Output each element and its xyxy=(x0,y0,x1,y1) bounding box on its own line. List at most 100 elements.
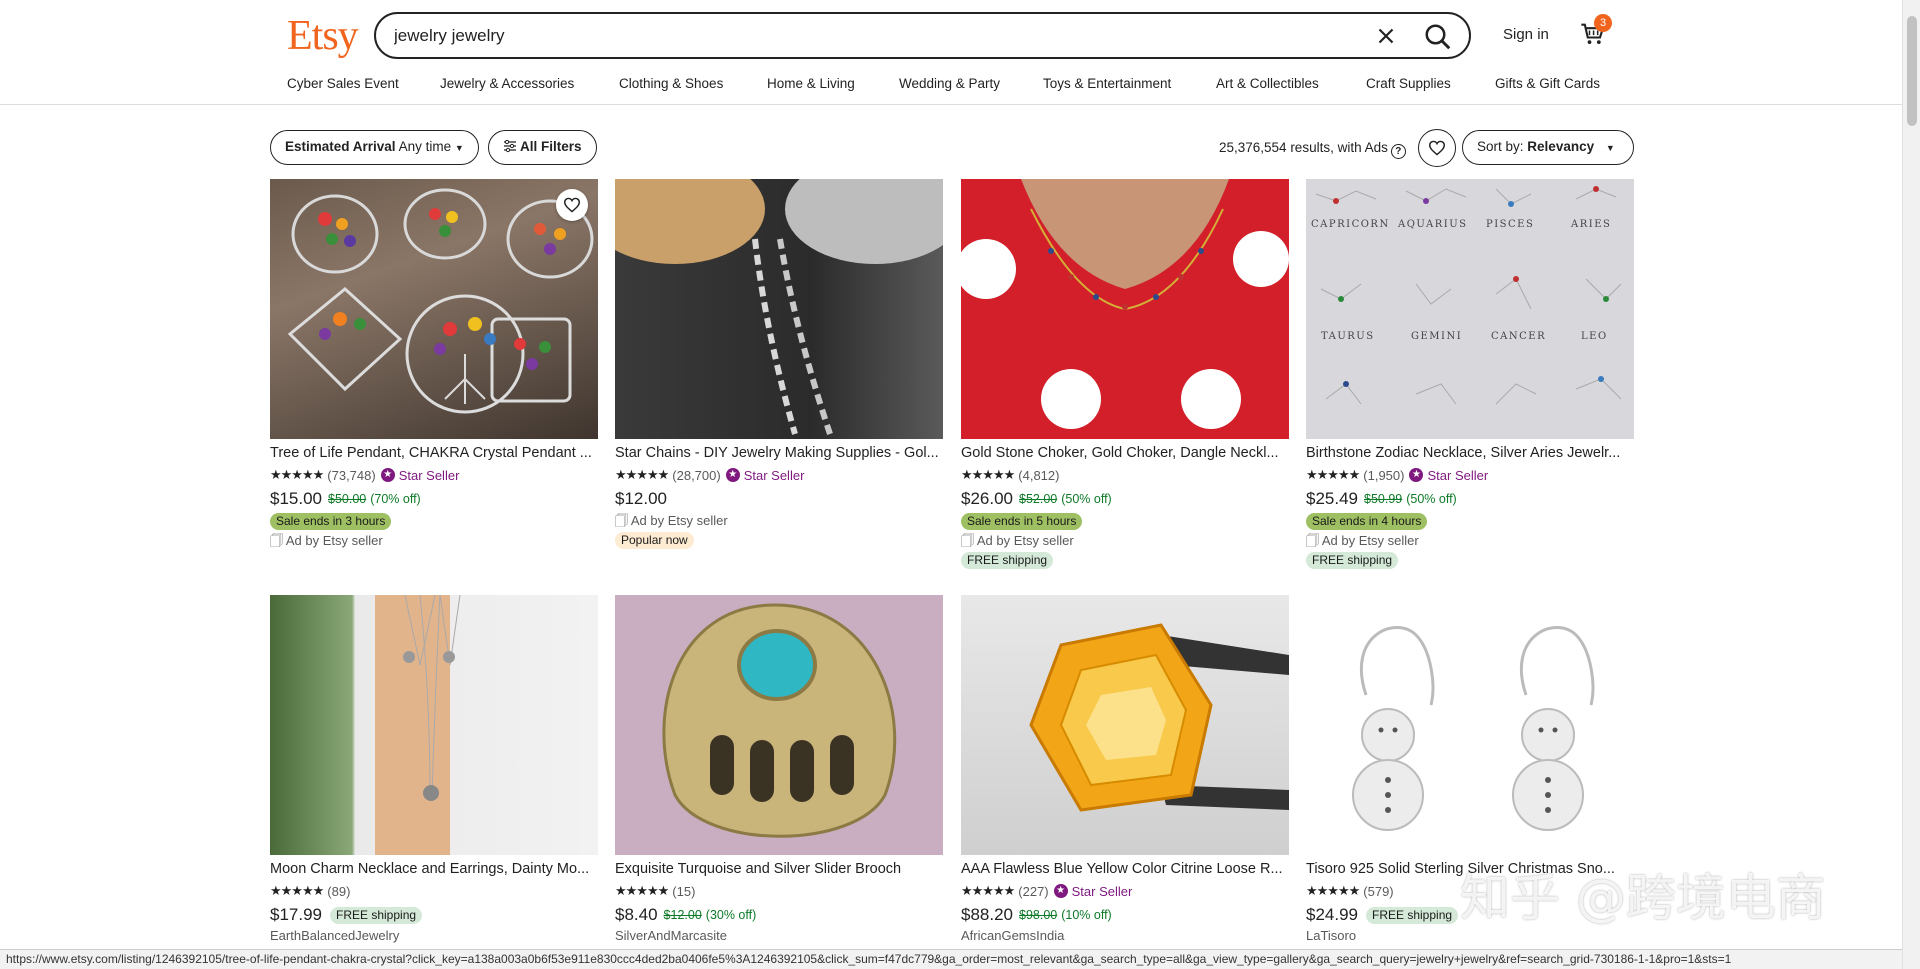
price-line: $17.99 FREE shipping xyxy=(270,904,598,926)
listing-image-tree-of-life[interactable] xyxy=(270,179,598,439)
listing-title[interactable]: Star Chains - DIY Jewelry Making Supplie… xyxy=(615,445,943,463)
listing-title[interactable]: Birthstone Zodiac Necklace, Silver Aries… xyxy=(1306,445,1634,463)
shop-name[interactable]: LaTisoro xyxy=(1306,928,1634,943)
shop-name[interactable]: EarthBalancedJewelry xyxy=(270,928,598,943)
star-rating: ★★★★★ xyxy=(615,883,669,898)
listing-rating: ★★★★★ (15) xyxy=(615,882,943,900)
listing-card[interactable]: Tree of Life Pendant, CHAKRA Crystal Pen… xyxy=(270,179,598,549)
listing-image-snowman-earrings[interactable] xyxy=(1306,595,1634,855)
filter-sliders-icon xyxy=(504,139,516,153)
listing-title[interactable]: Gold Stone Choker, Gold Choker, Dangle N… xyxy=(961,445,1289,463)
listing-title[interactable]: Exquisite Turquoise and Silver Slider Br… xyxy=(615,861,943,879)
review-count: (28,700) xyxy=(672,467,721,483)
listing-card[interactable]: AAA Flawless Blue Yellow Color Citrine L… xyxy=(961,595,1289,943)
scrollbar-thumb[interactable] xyxy=(1907,16,1917,126)
etsy-logo[interactable]: Etsy xyxy=(287,12,359,60)
listing-image-citrine[interactable] xyxy=(961,595,1289,855)
favorite-button[interactable] xyxy=(556,189,588,221)
free-shipping-badge: FREE shipping xyxy=(1366,906,1459,924)
results-count: 25,376,554 results, with Ads? xyxy=(1219,140,1406,159)
listing-card[interactable]: Gold Stone Choker, Gold Choker, Dangle N… xyxy=(961,179,1289,569)
shop-name[interactable]: AfricanGemsIndia xyxy=(961,928,1289,943)
nav-gifts-gift-cards[interactable]: Gifts & Gift Cards xyxy=(1495,76,1600,91)
vertical-scrollbar[interactable] xyxy=(1902,0,1920,969)
sale-price: $25.49 xyxy=(1306,489,1358,508)
watermark: 知乎 @跨境电商 xyxy=(1460,869,1826,927)
sign-in-link[interactable]: Sign in xyxy=(1503,26,1549,43)
nav-wedding-party[interactable]: Wedding & Party xyxy=(899,76,1000,91)
ad-label: 🗍 Ad by Etsy seller xyxy=(270,532,598,549)
listing-card[interactable]: Exquisite Turquoise and Silver Slider Br… xyxy=(615,595,943,943)
original-price: $50.99 xyxy=(1364,492,1403,506)
star-rating: ★★★★★ xyxy=(1306,467,1360,482)
snowman-earrings-illustration xyxy=(1352,626,1595,831)
zodiac-gemini: GEMINI xyxy=(1411,331,1462,342)
listing-title[interactable]: Moon Charm Necklace and Earrings, Dainty… xyxy=(270,861,598,879)
citrine-gemstone-illustration xyxy=(1029,623,1289,812)
sale-price: $88.20 xyxy=(961,905,1013,924)
original-price: $12.00 xyxy=(663,908,702,922)
nav-home-living[interactable]: Home & Living xyxy=(767,76,855,91)
help-icon[interactable]: ? xyxy=(1390,144,1406,159)
listing-image-gold-choker[interactable] xyxy=(961,179,1289,439)
star-rating: ★★★★★ xyxy=(615,467,669,482)
estimated-arrival-filter[interactable]: Estimated Arrival Any time ▼ xyxy=(270,130,479,165)
sale-ends-badge: Sale ends in 3 hours xyxy=(270,513,392,530)
nav-cyber-sales[interactable]: Cyber Sales Event xyxy=(287,76,399,91)
listing-rating: ★★★★★ (4,812) xyxy=(961,466,1289,484)
free-shipping-badge: FREE shipping xyxy=(330,906,423,924)
star-seller-label: Star Seller xyxy=(1427,467,1489,483)
zodiac-leo: LEO xyxy=(1581,331,1608,342)
search-icon[interactable] xyxy=(1423,22,1453,52)
discount-percent: (30% off) xyxy=(705,908,757,922)
tree-of-life-pendants-illustration xyxy=(287,188,594,414)
listing-image-zodiac-necklace[interactable]: CAPRICORN AQUARIUS PISCES ARIES TAURUS G… xyxy=(1306,179,1634,439)
clear-search-icon[interactable] xyxy=(1373,23,1399,49)
shop-name[interactable]: SilverAndMarcasite xyxy=(615,928,943,943)
price-line: $88.20 $98.00 (10% off) xyxy=(961,904,1289,926)
review-count: (579) xyxy=(1363,883,1394,899)
ad-icon: 🗍 xyxy=(961,533,977,548)
listing-card[interactable]: CAPRICORN AQUARIUS PISCES ARIES TAURUS G… xyxy=(1306,179,1634,569)
listing-title[interactable]: AAA Flawless Blue Yellow Color Citrine L… xyxy=(961,861,1289,879)
sale-price: $17.99 xyxy=(270,905,322,924)
listing-title[interactable]: Tree of Life Pendant, CHAKRA Crystal Pen… xyxy=(270,445,598,463)
star-rating: ★★★★★ xyxy=(1306,883,1360,898)
price-line: $8.40 $12.00 (30% off) xyxy=(615,904,943,926)
listing-image-star-chains[interactable] xyxy=(615,179,943,439)
sale-price: $12.00 xyxy=(615,489,667,508)
search-input[interactable] xyxy=(394,23,1354,49)
listing-card[interactable]: Moon Charm Necklace and Earrings, Dainty… xyxy=(270,595,598,943)
ad-icon: 🗍 xyxy=(1306,533,1322,548)
nav-jewelry-accessories[interactable]: Jewelry & Accessories xyxy=(440,76,574,91)
heart-icon xyxy=(1428,140,1446,156)
turquoise-brooch-illustration xyxy=(662,603,897,838)
nav-clothing-shoes[interactable]: Clothing & Shoes xyxy=(619,76,723,91)
star-seller-label: Star Seller xyxy=(743,467,805,483)
listing-card[interactable]: Star Chains - DIY Jewelry Making Supplie… xyxy=(615,179,943,549)
star-seller-icon: ★ xyxy=(1053,884,1068,898)
star-seller-label: Star Seller xyxy=(398,467,460,483)
ad-text: Ad by Etsy seller xyxy=(1321,533,1419,548)
chevron-down-icon: ▼ xyxy=(1605,143,1615,153)
listing-image-moon-charm[interactable] xyxy=(270,595,598,855)
ad-icon: 🗍 xyxy=(270,533,286,548)
moon-charm-necklace-illustration xyxy=(375,595,461,855)
nav-toys-entertainment[interactable]: Toys & Entertainment xyxy=(1043,76,1171,91)
save-search-button[interactable] xyxy=(1418,129,1456,167)
chevron-down-icon: ▼ xyxy=(454,143,464,153)
ad-label: 🗍 Ad by Etsy seller xyxy=(615,512,943,529)
listing-rating: ★★★★★ (73,748) ★ Star Seller xyxy=(270,466,598,484)
nav-art-collectibles[interactable]: Art & Collectibles xyxy=(1216,76,1319,91)
nav-craft-supplies[interactable]: Craft Supplies xyxy=(1366,76,1451,91)
listing-rating: ★★★★★ (227) ★ Star Seller xyxy=(961,882,1289,900)
all-filters-button[interactable]: All Filters xyxy=(488,130,597,165)
star-seller-label: Star Seller xyxy=(1071,883,1133,899)
results-text: 25,376,554 results, with Ads xyxy=(1219,140,1388,155)
sort-dropdown[interactable]: Sort by: Relevancy ▼ xyxy=(1462,130,1634,165)
arrival-label: Estimated Arrival xyxy=(285,139,396,154)
listing-image-turquoise-brooch[interactable] xyxy=(615,595,943,855)
star-rating: ★★★★★ xyxy=(961,467,1015,482)
search-bar[interactable] xyxy=(374,12,1471,59)
star-seller-badge: ★ Star Seller xyxy=(725,467,805,483)
